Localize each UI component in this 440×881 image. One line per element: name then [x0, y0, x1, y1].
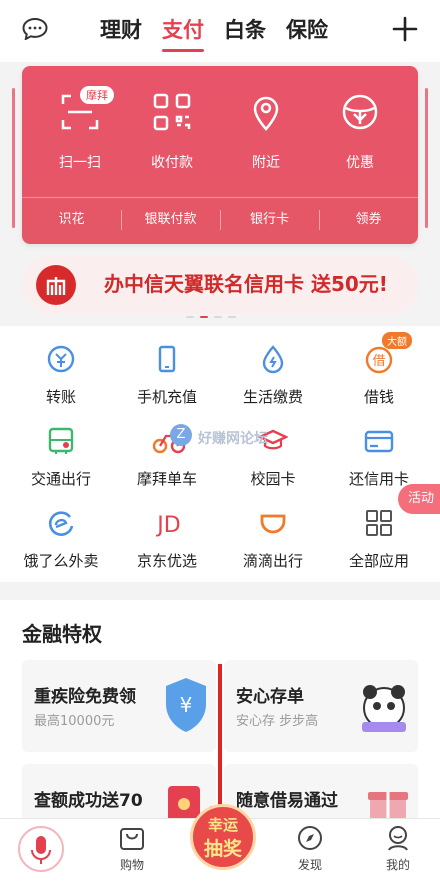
compass-icon — [298, 826, 322, 850]
tab-profile-label: 我的 — [385, 858, 410, 872]
annotation-arrow-line — [218, 664, 222, 814]
service-didi[interactable]: 滴滴出行 — [218, 498, 328, 578]
service-label: 摩拜单车 — [136, 470, 197, 488]
tab-zhifu[interactable]: 支付 — [162, 14, 204, 52]
quick-pay-label: 收付款 — [151, 155, 193, 171]
service-transport[interactable]: 交通出行 — [6, 416, 116, 496]
service-jd[interactable]: JD 京东优选 — [112, 498, 222, 578]
service-label: 京东优选 — [136, 552, 197, 570]
finance-title: 金融特权 — [22, 622, 102, 646]
chat-bubble-icon[interactable] — [22, 18, 48, 40]
panda-icon — [362, 685, 406, 732]
service-label: 交通出行 — [30, 470, 91, 488]
service-label: 滴滴出行 — [242, 552, 303, 570]
service-eleme[interactable]: 饿了么外卖 — [6, 498, 116, 578]
sub-unionpay[interactable]: 银联付款 — [121, 200, 220, 240]
carousel-dot — [228, 316, 236, 318]
grid-icon — [366, 510, 392, 536]
location-pin-icon — [253, 96, 279, 131]
card-title: 查额成功送70 — [34, 791, 143, 811]
voice-button[interactable] — [18, 826, 64, 872]
tab-licai[interactable]: 理财 — [100, 14, 142, 46]
carousel-dot — [186, 316, 194, 318]
carousel-dot-active — [200, 316, 208, 318]
mobike-badge: 摩拜 — [80, 86, 114, 104]
quick-scan-label: 扫一扫 — [59, 155, 101, 171]
service-transfer[interactable]: 转账 — [6, 334, 116, 414]
qrcode-icon — [153, 93, 191, 131]
transfer-icon — [47, 345, 75, 373]
lucky-draw-line2: 抽奖 — [203, 838, 242, 860]
eleme-icon — [48, 511, 74, 536]
svg-text:借: 借 — [372, 354, 385, 369]
tab-discover-label: 发现 — [297, 858, 322, 872]
service-label: 借钱 — [363, 388, 394, 406]
card-edge-right — [425, 88, 428, 228]
finance-card-deposit[interactable]: 安心存单 安心存 步步高 — [224, 660, 418, 752]
profile-icon — [388, 826, 408, 851]
phone-icon — [158, 345, 176, 373]
service-label: 饿了么外卖 — [23, 552, 99, 570]
jd-icon: JD — [155, 513, 180, 538]
tab-shopping-label: 购物 — [119, 858, 144, 872]
carousel-dots — [186, 316, 236, 318]
didi-icon — [260, 514, 286, 534]
card-title: 安心存单 — [236, 687, 304, 707]
shield-icon: ¥ — [166, 678, 206, 732]
citic-logo-icon — [36, 265, 76, 305]
carousel-dot — [214, 316, 222, 318]
quick-nearby-label: 附近 — [252, 155, 280, 171]
large-amount-badge: 大额 — [382, 332, 412, 349]
service-phone-topup[interactable]: 手机充值 — [112, 334, 222, 414]
card-edge-left — [12, 88, 15, 228]
sub-coupons[interactable]: 领券 — [319, 200, 418, 240]
watermark-text: 好赚网论坛 — [198, 431, 268, 447]
divider — [22, 197, 418, 198]
card-subtitle: 安心存 步步高 — [236, 714, 319, 729]
service-label: 生活缴费 — [242, 388, 303, 406]
water-drop-icon — [262, 345, 284, 374]
credit-card-icon — [364, 430, 394, 453]
shopping-icon — [120, 828, 144, 850]
lucky-draw-button[interactable]: 幸运 抽奖 — [190, 804, 256, 870]
sub-actions: 识花 银联付款 银行卡 领券 — [22, 200, 418, 240]
service-utilities[interactable]: 生活缴费 — [218, 334, 328, 414]
service-label: 转账 — [45, 388, 76, 406]
svg-text:¥: ¥ — [180, 693, 193, 717]
service-label: 全部应用 — [348, 552, 409, 570]
quick-discount-label: 优惠 — [346, 155, 374, 171]
tab-baitiao[interactable]: 白条 — [224, 14, 266, 46]
service-borrow[interactable]: 借 借钱 — [324, 334, 434, 414]
top-tabs: 理财 支付 白条 保险 — [100, 14, 328, 52]
sub-bank-card[interactable]: 银行卡 — [220, 200, 319, 240]
sub-flower-id[interactable]: 识花 — [22, 200, 121, 240]
card-subtitle: 最高10000元 — [34, 714, 115, 729]
promo-banner-text: 办中信天翼联名信用卡 送50元! — [104, 272, 388, 296]
coupon-icon — [342, 94, 378, 130]
card-title: 重疾险免费领 — [34, 687, 136, 707]
card-title: 随意借易通过 — [236, 791, 338, 811]
transport-icon — [48, 427, 74, 454]
svg-text:JD: JD — [155, 513, 180, 538]
plus-icon[interactable] — [392, 16, 418, 42]
activity-float-button[interactable]: 活动 — [398, 484, 440, 514]
lucky-draw-line1: 幸运 — [207, 816, 238, 834]
microphone-icon — [31, 836, 51, 864]
service-label: 校园卡 — [250, 470, 296, 488]
finance-card-insurance[interactable]: 重疾险免费领 最高10000元 ¥ — [22, 660, 216, 752]
service-label: 手机充值 — [136, 388, 197, 406]
tab-baoxian[interactable]: 保险 — [286, 14, 328, 46]
watermark-logo-icon: Z — [170, 424, 192, 446]
